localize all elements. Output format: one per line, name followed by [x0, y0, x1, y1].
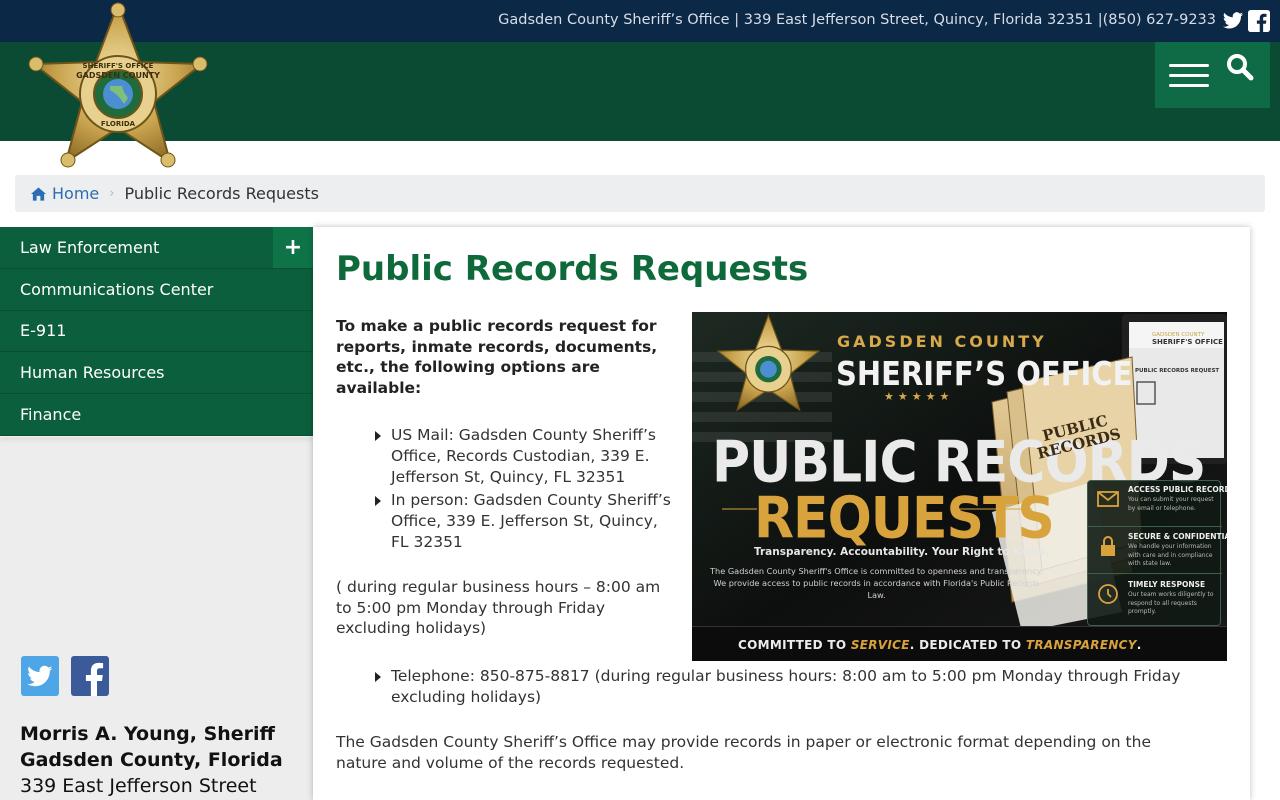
main-content: Public Records Requests To make a public…	[313, 227, 1250, 800]
banner-description: The Gadsden County Sheriff's Office is c…	[710, 566, 1043, 600]
badge-text-bottom: FLORIDA	[101, 120, 136, 128]
search-icon[interactable]	[1225, 52, 1255, 82]
footer-part: .	[1136, 638, 1142, 652]
header-controls	[1155, 42, 1270, 108]
breadcrumb: Home › Public Records Requests	[15, 175, 1265, 212]
office-info-text: Gadsden County Sheriff’s Office | 339 Ea…	[498, 12, 1216, 28]
request-options-list: US Mail: Gadsden County Sheriff’s Office…	[375, 425, 675, 555]
top-social-links	[1222, 10, 1270, 32]
panel-item-secure: SECURE & CONFIDENTIAL We handle your inf…	[1088, 528, 1227, 574]
hours-text: ( during regular business hours – 8:00 a…	[336, 578, 661, 637]
hamburger-line	[1169, 64, 1209, 67]
footer-part: . DEDICATED TO	[909, 638, 1026, 652]
sidebar-item-e911[interactable]: E-911	[0, 310, 313, 353]
twitter-icon[interactable]	[21, 656, 59, 696]
list-item: US Mail: Gadsden County Sheriff’s Office…	[375, 425, 675, 488]
panel-item-timely: TIMELY RESPONSE Our team works diligentl…	[1088, 576, 1222, 622]
home-icon	[31, 186, 46, 201]
clock-icon	[1098, 584, 1118, 604]
sheriff-contact: Morris A. Young, Sheriff Gadsden County,…	[20, 721, 283, 799]
hamburger-line	[1169, 74, 1209, 77]
banner-tagline: Transparency. Accountability. Your Right…	[754, 546, 1050, 558]
banner-stars: ★★★★★	[884, 390, 954, 403]
list-item: Telephone: 850-875-8817 (during regular …	[375, 666, 1205, 708]
sidebar-item-human-resources[interactable]: Human Resources	[0, 352, 313, 395]
sidebar-item-label: Finance	[20, 405, 82, 425]
sheriff-name: Morris A. Young, Sheriff	[20, 723, 275, 745]
banner-footer: COMMITTED TO SERVICE. DEDICATED TO TRANS…	[692, 626, 1227, 661]
panel-item-title: SECURE & CONFIDENTIAL	[1128, 532, 1227, 541]
laptop-title: SHERIFF'S OFFICE	[1152, 338, 1223, 346]
sidebar-item-label: E-911	[20, 321, 67, 341]
footer-part-gold: SERVICE	[850, 638, 910, 652]
intro-text: To make a public records request for rep…	[336, 317, 658, 397]
format-note: The Gadsden County Sheriff’s Office may …	[336, 733, 1151, 772]
street-address: 339 East Jefferson Street	[20, 775, 257, 797]
phone-option-list: Telephone: 850-875-8817 (during regular …	[375, 666, 1205, 708]
panel-item-desc: We handle your information with care and…	[1128, 543, 1213, 567]
breadcrumb-home-label: Home	[52, 184, 100, 203]
banner-footer-text: COMMITTED TO SERVICE. DEDICATED TO TRANS…	[738, 638, 1142, 652]
sidebar-social-links	[21, 656, 109, 696]
banner-subtitle: GADSDEN COUNTY	[837, 332, 1047, 351]
sidebar-item-finance[interactable]: Finance	[0, 394, 313, 436]
menu-toggle-button[interactable]	[1169, 64, 1209, 88]
banner-big-subtitle: REQUESTS	[754, 486, 1055, 552]
banner-heading: SHERIFF’S OFFICE	[836, 354, 1133, 394]
sidebar-item-label: Law Enforcement	[20, 237, 160, 257]
breadcrumb-separator: ›	[109, 186, 115, 201]
twitter-icon[interactable]	[1222, 10, 1244, 32]
facebook-icon[interactable]	[1248, 10, 1270, 32]
county-name: Gadsden County, Florida	[20, 749, 283, 771]
panel-item-title: ACCESS PUBLIC RECORDS	[1128, 485, 1227, 494]
lock-icon	[1101, 536, 1115, 556]
panel-item-access: ACCESS PUBLIC RECORDS You can submit you…	[1088, 481, 1227, 527]
sidebar-item-communications-center[interactable]: Communications Center	[0, 268, 313, 311]
page-title: Public Records Requests	[336, 249, 809, 289]
sidebar: Law Enforcement + Communications Center …	[0, 227, 313, 800]
banner-info-panel: ACCESS PUBLIC RECORDS You can submit you…	[1087, 480, 1227, 626]
badge-text-county: GADSDEN COUNTY	[76, 71, 160, 80]
list-item: In person: Gadsden County Sheriff’s Offi…	[375, 490, 675, 553]
sidebar-item-label: Human Resources	[20, 363, 165, 383]
breadcrumb-current: Public Records Requests	[124, 184, 319, 203]
expand-plus-icon[interactable]: +	[273, 227, 313, 268]
badge-text-top: SHERIFF'S OFFICE	[83, 62, 154, 70]
envelope-icon	[1097, 491, 1119, 507]
public-records-banner-image: GADSDEN COUNTY SHERIFF’S OFFICE ★★★★★ PU…	[692, 312, 1227, 661]
sidebar-item-law-enforcement[interactable]: Law Enforcement +	[0, 227, 313, 269]
sheriff-badge-logo[interactable]: SHERIFF'S OFFICE GADSDEN COUNTY FLORIDA	[24, 2, 212, 178]
panel-item-desc: Our team works diligently to respond to …	[1128, 591, 1214, 615]
hamburger-line	[1169, 84, 1209, 87]
footer-part: COMMITTED TO	[738, 638, 851, 652]
footer-part-gold: TRANSPARENCY	[1025, 638, 1137, 652]
nav-shadow	[0, 436, 313, 437]
panel-item-title: TIMELY RESPONSE	[1128, 580, 1206, 589]
panel-item-desc: You can submit your request by email or …	[1128, 496, 1214, 512]
sidebar-item-label: Communications Center	[20, 279, 214, 299]
facebook-icon[interactable]	[71, 656, 109, 696]
breadcrumb-home-link[interactable]: Home	[31, 184, 99, 203]
laptop-heading: PUBLIC RECORDS REQUEST	[1135, 368, 1220, 374]
